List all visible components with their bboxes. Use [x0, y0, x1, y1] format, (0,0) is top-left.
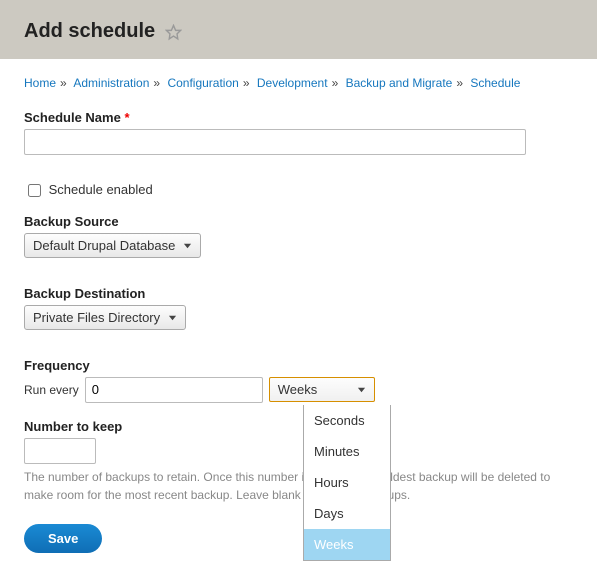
breadcrumb-link[interactable]: Home: [24, 76, 56, 90]
backup-source-select[interactable]: Default Drupal Database: [24, 233, 201, 258]
frequency-unit-option[interactable]: Minutes: [304, 436, 390, 467]
number-to-keep-label: Number to keep: [24, 419, 573, 434]
frequency-unit-option[interactable]: Hours: [304, 467, 390, 498]
schedule-enabled-checkbox[interactable]: [28, 184, 41, 197]
frequency-unit-option[interactable]: Weeks: [304, 529, 390, 560]
schedule-enabled-label: Schedule enabled: [49, 182, 153, 197]
number-to-keep-help: The number of backups to retain. Once th…: [24, 468, 573, 504]
breadcrumb-link[interactable]: Administration: [73, 76, 149, 90]
caret-down-icon: [357, 385, 366, 394]
breadcrumb: Home» Administration» Configuration» Dev…: [24, 74, 573, 92]
caret-down-icon: [183, 241, 192, 250]
star-icon[interactable]: [165, 24, 182, 44]
run-every-label: Run every: [24, 383, 79, 397]
number-to-keep-input[interactable]: [24, 438, 96, 464]
frequency-unit-option[interactable]: Days: [304, 498, 390, 529]
frequency-value-input[interactable]: [85, 377, 263, 403]
backup-destination-label: Backup Destination: [24, 286, 573, 301]
frequency-unit-option[interactable]: Seconds: [304, 405, 390, 436]
breadcrumb-link[interactable]: Schedule: [470, 76, 520, 90]
save-button[interactable]: Save: [24, 524, 102, 553]
breadcrumb-link[interactable]: Development: [257, 76, 328, 90]
page-title: Add schedule: [24, 20, 155, 43]
frequency-unit-select[interactable]: Weeks: [269, 377, 375, 402]
frequency-label: Frequency: [24, 358, 573, 373]
content: Home» Administration» Configuration» Dev…: [0, 59, 597, 568]
frequency-unit-options: Seconds Minutes Hours Days Weeks: [303, 405, 391, 561]
backup-destination-select[interactable]: Private Files Directory: [24, 305, 186, 330]
caret-down-icon: [168, 313, 177, 322]
backup-source-label: Backup Source: [24, 214, 573, 229]
breadcrumb-link[interactable]: Configuration: [167, 76, 238, 90]
schedule-name-input[interactable]: [24, 129, 526, 155]
page-header: Add schedule: [0, 0, 597, 59]
schedule-name-label: Schedule Name *: [24, 110, 573, 125]
breadcrumb-link[interactable]: Backup and Migrate: [346, 76, 453, 90]
